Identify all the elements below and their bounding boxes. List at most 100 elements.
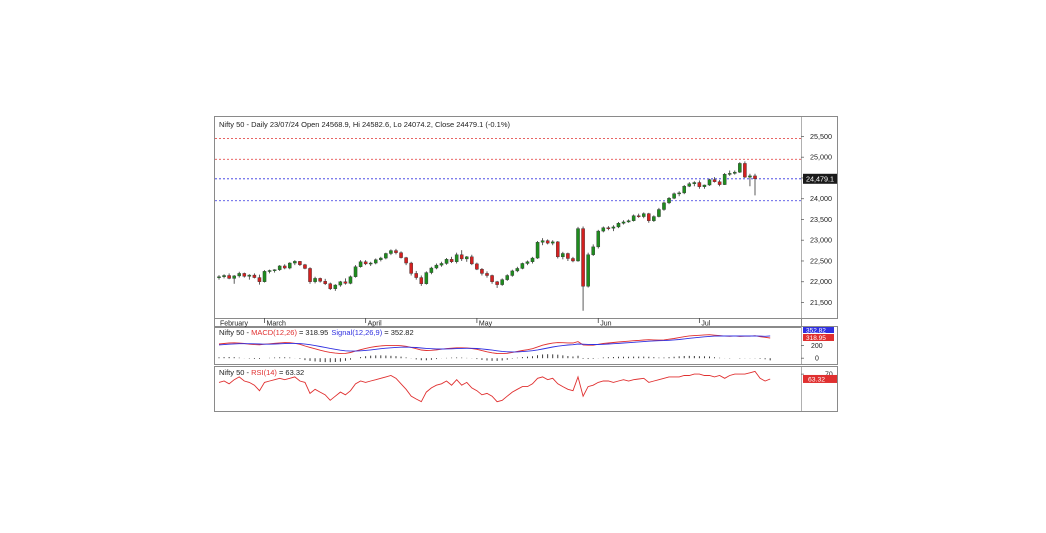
candle-body <box>242 273 247 277</box>
candle-body <box>727 173 732 175</box>
rsi-legend: Nifty 50 - RSI(14) = 63.32 <box>219 368 304 377</box>
signal-line <box>218 335 771 353</box>
rsi-legend-label: RSI(14) <box>251 368 277 377</box>
last-close-label: 24,479.1 <box>806 174 834 183</box>
candle-body <box>222 275 226 277</box>
candle-body <box>282 265 287 269</box>
price-tick-label: 25,000 <box>810 153 832 162</box>
candle-body <box>571 258 575 262</box>
candle-body <box>702 184 707 187</box>
candle-body <box>394 250 398 253</box>
candle-body <box>237 273 241 277</box>
macd-tick-label: 0 <box>815 356 819 363</box>
macd-axis-ticks: 2000 <box>801 343 823 363</box>
candle-body <box>353 266 358 277</box>
candle-body <box>631 215 636 221</box>
candlestick-series <box>217 161 757 311</box>
candle-body <box>384 253 388 259</box>
candle-body <box>515 268 520 272</box>
candle-body <box>444 259 449 264</box>
candle-body <box>667 198 671 204</box>
candle-body <box>500 279 504 285</box>
signal-value-tag: 352.82 <box>806 328 826 335</box>
candle-body <box>743 163 747 178</box>
candle-body <box>591 246 595 255</box>
rsi-value-tag: 63.32 <box>803 374 837 383</box>
candle-body <box>566 253 570 259</box>
rsi-legend-prefix: Nifty 50 - <box>219 368 251 377</box>
macd-lines <box>218 334 771 355</box>
candle-body <box>404 257 408 264</box>
candle-body <box>545 240 550 244</box>
candle-body <box>641 213 646 217</box>
signal-legend-label: Signal(12,26,9) <box>331 328 382 337</box>
candle-body <box>495 281 499 285</box>
price-tick-label: 23,000 <box>810 236 832 245</box>
candle-body <box>535 242 540 259</box>
candle-body <box>682 186 686 194</box>
candle-body <box>485 273 489 276</box>
candle-body <box>272 269 277 271</box>
price-tick-label: 24,000 <box>810 194 832 203</box>
candle-body <box>475 263 479 270</box>
candle-body <box>687 183 692 187</box>
stock-chart-svg: 21,50022,00022,50023,00023,50024,00024,5… <box>214 116 838 412</box>
month-label: March <box>267 321 287 328</box>
price-tick-label: 23,500 <box>810 215 832 224</box>
candle-body <box>510 270 515 276</box>
candle-body <box>363 261 368 265</box>
candle-body <box>621 221 626 224</box>
candle-body <box>217 276 221 278</box>
candle-body <box>323 281 327 284</box>
macd-legend-value: = 318.95 <box>299 328 328 337</box>
candle-body <box>389 250 393 254</box>
candle-body <box>490 275 494 282</box>
candle-body <box>505 275 509 280</box>
last-close-tag: 24,479.1 <box>803 173 837 184</box>
macd-tick-label: 200 <box>811 343 823 350</box>
candle-body <box>586 254 590 287</box>
candle-body <box>652 216 656 221</box>
candle-body <box>328 283 333 289</box>
candle-body <box>556 241 560 258</box>
candle-body <box>596 230 601 248</box>
candle-body <box>368 262 373 265</box>
price-tick-label: 21,500 <box>810 298 832 307</box>
candle-body <box>434 264 439 269</box>
candle-body <box>414 273 418 278</box>
candle-body <box>748 175 752 178</box>
candle-body <box>257 277 262 282</box>
candle-body <box>550 241 555 244</box>
candle-body <box>616 222 621 228</box>
candle-body <box>712 179 717 182</box>
candle-body <box>227 275 231 279</box>
month-label: April <box>368 321 382 328</box>
candle-body <box>525 261 530 264</box>
candle-body <box>480 269 484 274</box>
candle-body <box>358 261 363 267</box>
candle-body <box>247 274 252 277</box>
candle-body <box>318 278 322 282</box>
macd-legend-prefix: Nifty 50 - <box>219 328 251 337</box>
candle-body <box>429 267 434 273</box>
candle-body <box>717 181 722 185</box>
candle-body <box>348 276 353 284</box>
candle-body <box>308 268 312 282</box>
candle-body <box>303 264 307 269</box>
candle-body <box>459 254 464 260</box>
candle-body <box>419 277 424 284</box>
candle-body <box>267 270 272 272</box>
price-tick-label: 22,500 <box>810 256 832 265</box>
candle-body <box>626 220 631 223</box>
candle-body <box>454 254 459 262</box>
candle-body <box>338 281 343 286</box>
candle-body <box>232 275 236 279</box>
candle-body <box>439 263 444 266</box>
candle-body <box>647 213 651 221</box>
signal-legend-value: = 352.82 <box>384 328 413 337</box>
price-panel-frame <box>214 116 838 319</box>
rsi-legend-value: = 63.32 <box>279 368 304 377</box>
candle-body <box>313 278 317 282</box>
candle-body <box>672 193 676 199</box>
candle-body <box>424 272 429 284</box>
